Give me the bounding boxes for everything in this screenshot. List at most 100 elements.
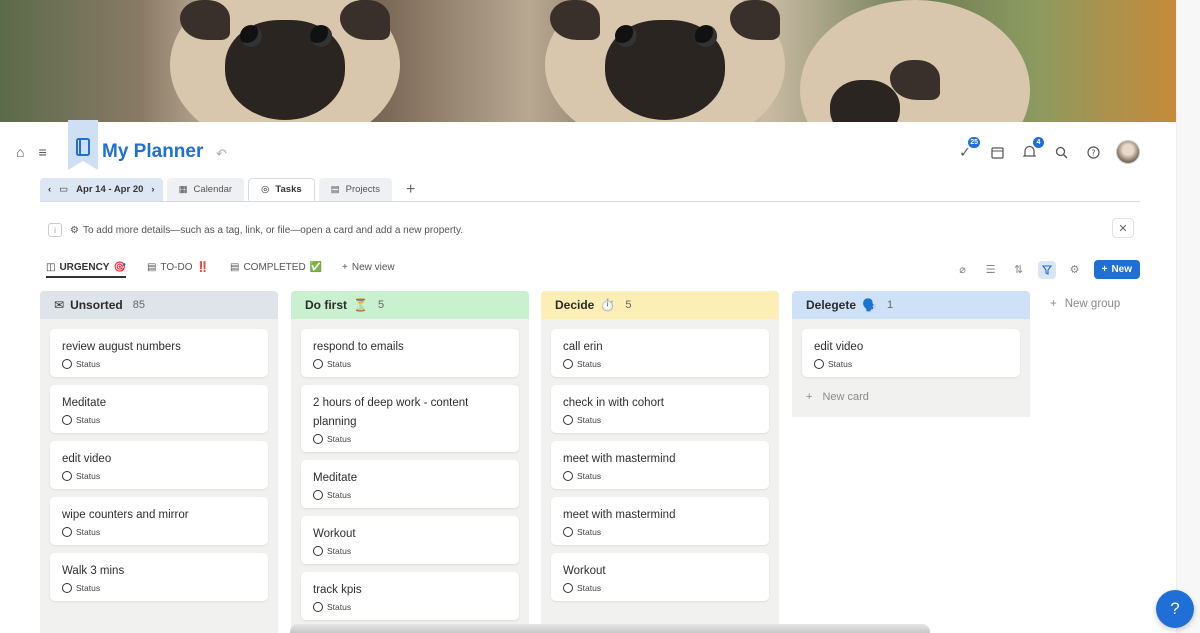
card-status[interactable]: Status bbox=[563, 359, 757, 369]
card-status[interactable]: Status bbox=[563, 583, 757, 593]
calendar-icon[interactable] bbox=[988, 143, 1006, 161]
avatar[interactable] bbox=[1116, 140, 1140, 164]
card-status[interactable]: Status bbox=[313, 490, 507, 500]
card-status[interactable]: Status bbox=[563, 527, 757, 537]
status-label: Status bbox=[577, 415, 602, 425]
tab-projects[interactable]: ▤ Projects bbox=[318, 178, 392, 201]
status-circle-icon bbox=[313, 546, 323, 556]
new-view-button[interactable]: + New view bbox=[342, 262, 395, 273]
card-status[interactable]: Status bbox=[313, 434, 507, 444]
status-label: Status bbox=[327, 359, 352, 369]
view-label: TO-DO bbox=[160, 262, 193, 273]
plus-icon: + bbox=[342, 262, 348, 273]
status-circle-icon bbox=[62, 359, 72, 369]
task-card[interactable]: Walk 3 mins Status bbox=[50, 553, 268, 601]
card-status[interactable]: Status bbox=[313, 546, 507, 556]
menu-icon[interactable]: ≡ bbox=[38, 144, 46, 160]
new-card-button[interactable]: + New card bbox=[802, 385, 1020, 417]
home-icon[interactable]: ⌂ bbox=[16, 144, 24, 160]
column-count: 1 bbox=[886, 299, 894, 311]
column-header[interactable]: Do first ⏳ 5 bbox=[291, 291, 529, 319]
task-card[interactable]: review august numbers Status bbox=[50, 329, 268, 377]
help-button[interactable]: ? bbox=[1156, 590, 1194, 628]
task-card[interactable]: meet with mastermind Status bbox=[551, 441, 769, 489]
status-circle-icon bbox=[62, 415, 72, 425]
card-status[interactable]: Status bbox=[563, 415, 757, 425]
date-range-label: Apr 14 - Apr 20 bbox=[76, 184, 144, 195]
view-completed[interactable]: ▤ COMPLETED ✅ bbox=[230, 262, 322, 273]
status-label: Status bbox=[76, 527, 101, 537]
task-card[interactable]: call erin Status bbox=[551, 329, 769, 377]
task-card[interactable]: meet with mastermind Status bbox=[551, 497, 769, 545]
new-group-button[interactable]: + New group bbox=[1050, 298, 1120, 310]
page-scrollbar[interactable] bbox=[1176, 0, 1200, 633]
date-range-tab[interactable]: ‹ ▭ Apr 14 - Apr 20 › bbox=[40, 178, 163, 201]
status-label: Status bbox=[76, 359, 101, 369]
tasks-check-icon[interactable]: ✓ 25 bbox=[956, 137, 980, 161]
chevron-right-icon[interactable]: › bbox=[151, 184, 154, 195]
status-circle-icon bbox=[313, 359, 323, 369]
view-todo[interactable]: ▤ TO-DO ‼️ bbox=[147, 262, 209, 273]
column-header[interactable]: Decide ⏱️ 5 bbox=[541, 291, 779, 319]
card-status[interactable]: Status bbox=[62, 359, 256, 369]
card-status[interactable]: Status bbox=[313, 359, 507, 369]
card-status[interactable]: Status bbox=[62, 527, 256, 537]
status-label: Status bbox=[327, 434, 352, 444]
task-card[interactable]: Meditate Status bbox=[50, 385, 268, 433]
status-label: Status bbox=[577, 527, 602, 537]
chevron-left-icon[interactable]: ‹ bbox=[48, 184, 51, 195]
task-card[interactable]: edit video Status bbox=[802, 329, 1020, 377]
gear-emoji-icon: ⚙ bbox=[70, 224, 79, 236]
view-urgency[interactable]: ◫ URGENCY 🎯 bbox=[46, 262, 126, 278]
add-tab-button[interactable]: + bbox=[396, 178, 425, 201]
tab-tasks[interactable]: ◎ Tasks bbox=[248, 178, 315, 201]
task-card[interactable]: respond to emails Status bbox=[301, 329, 519, 377]
search-icon[interactable] bbox=[1052, 143, 1070, 161]
undo-icon[interactable]: ↶ bbox=[216, 146, 227, 162]
close-banner-button[interactable]: ✕ bbox=[1112, 218, 1134, 238]
help-circle-icon[interactable]: ? bbox=[1084, 143, 1102, 161]
status-label: Status bbox=[327, 546, 352, 556]
new-button[interactable]: + New bbox=[1093, 260, 1140, 279]
column-emoji-icon: ⏳ bbox=[353, 298, 368, 312]
card-status[interactable]: Status bbox=[563, 471, 757, 481]
bottom-toolbar-edge bbox=[290, 624, 930, 633]
task-card[interactable]: wipe counters and mirror Status bbox=[50, 497, 268, 545]
card-status[interactable]: Status bbox=[814, 359, 1008, 369]
task-card[interactable]: Workout Status bbox=[301, 516, 519, 564]
status-circle-icon bbox=[563, 583, 573, 593]
task-card[interactable]: edit video Status bbox=[50, 441, 268, 489]
pug-image bbox=[545, 0, 785, 122]
task-card[interactable]: Meditate Status bbox=[301, 460, 519, 508]
automation-icon[interactable]: ⌀ bbox=[954, 261, 972, 279]
new-button-label: New bbox=[1111, 264, 1132, 275]
banner-text: To add more details—such as a tag, link,… bbox=[82, 224, 463, 236]
tab-calendar[interactable]: ▦ Calendar bbox=[166, 178, 245, 201]
check-circle-icon: ◎ bbox=[261, 184, 270, 195]
card-status[interactable]: Status bbox=[62, 415, 256, 425]
column-body: respond to emails Status 2 hours of deep w… bbox=[291, 319, 529, 633]
card-status[interactable]: Status bbox=[62, 471, 256, 481]
card-title: meet with mastermind bbox=[563, 509, 676, 521]
view-bar: ◫ URGENCY 🎯 ▤ TO-DO ‼️ ▤ COMPLETED ✅ + N… bbox=[40, 258, 1140, 282]
task-card[interactable]: track kpis Status bbox=[301, 572, 519, 620]
task-card[interactable]: Workout Status bbox=[551, 553, 769, 601]
settings-icon[interactable]: ⚙ bbox=[1066, 261, 1084, 279]
bell-icon[interactable]: 4 bbox=[1020, 137, 1044, 161]
card-status[interactable]: Status bbox=[313, 602, 507, 612]
task-card[interactable]: 2 hours of deep work - content planning S… bbox=[301, 385, 519, 452]
filter-icon[interactable] bbox=[1037, 260, 1056, 279]
column-name: Delegete bbox=[806, 298, 857, 312]
properties-icon[interactable]: ☰ bbox=[982, 261, 1000, 279]
column-name: Decide bbox=[555, 298, 595, 312]
task-card[interactable]: check in with cohort Status bbox=[551, 385, 769, 433]
card-status[interactable]: Status bbox=[62, 583, 256, 593]
column-header[interactable]: ✉ Unsorted 85 bbox=[40, 291, 278, 319]
column-emoji-icon: 🗣️ bbox=[862, 298, 877, 312]
plus-icon: + bbox=[1050, 298, 1057, 310]
column-header[interactable]: Delegete 🗣️ 1 bbox=[792, 291, 1030, 319]
board-icon: ◫ bbox=[46, 262, 56, 273]
notifications-badge: 4 bbox=[1033, 137, 1044, 148]
projects-icon: ▤ bbox=[330, 184, 340, 195]
sort-icon[interactable]: ⇅ bbox=[1010, 261, 1028, 279]
